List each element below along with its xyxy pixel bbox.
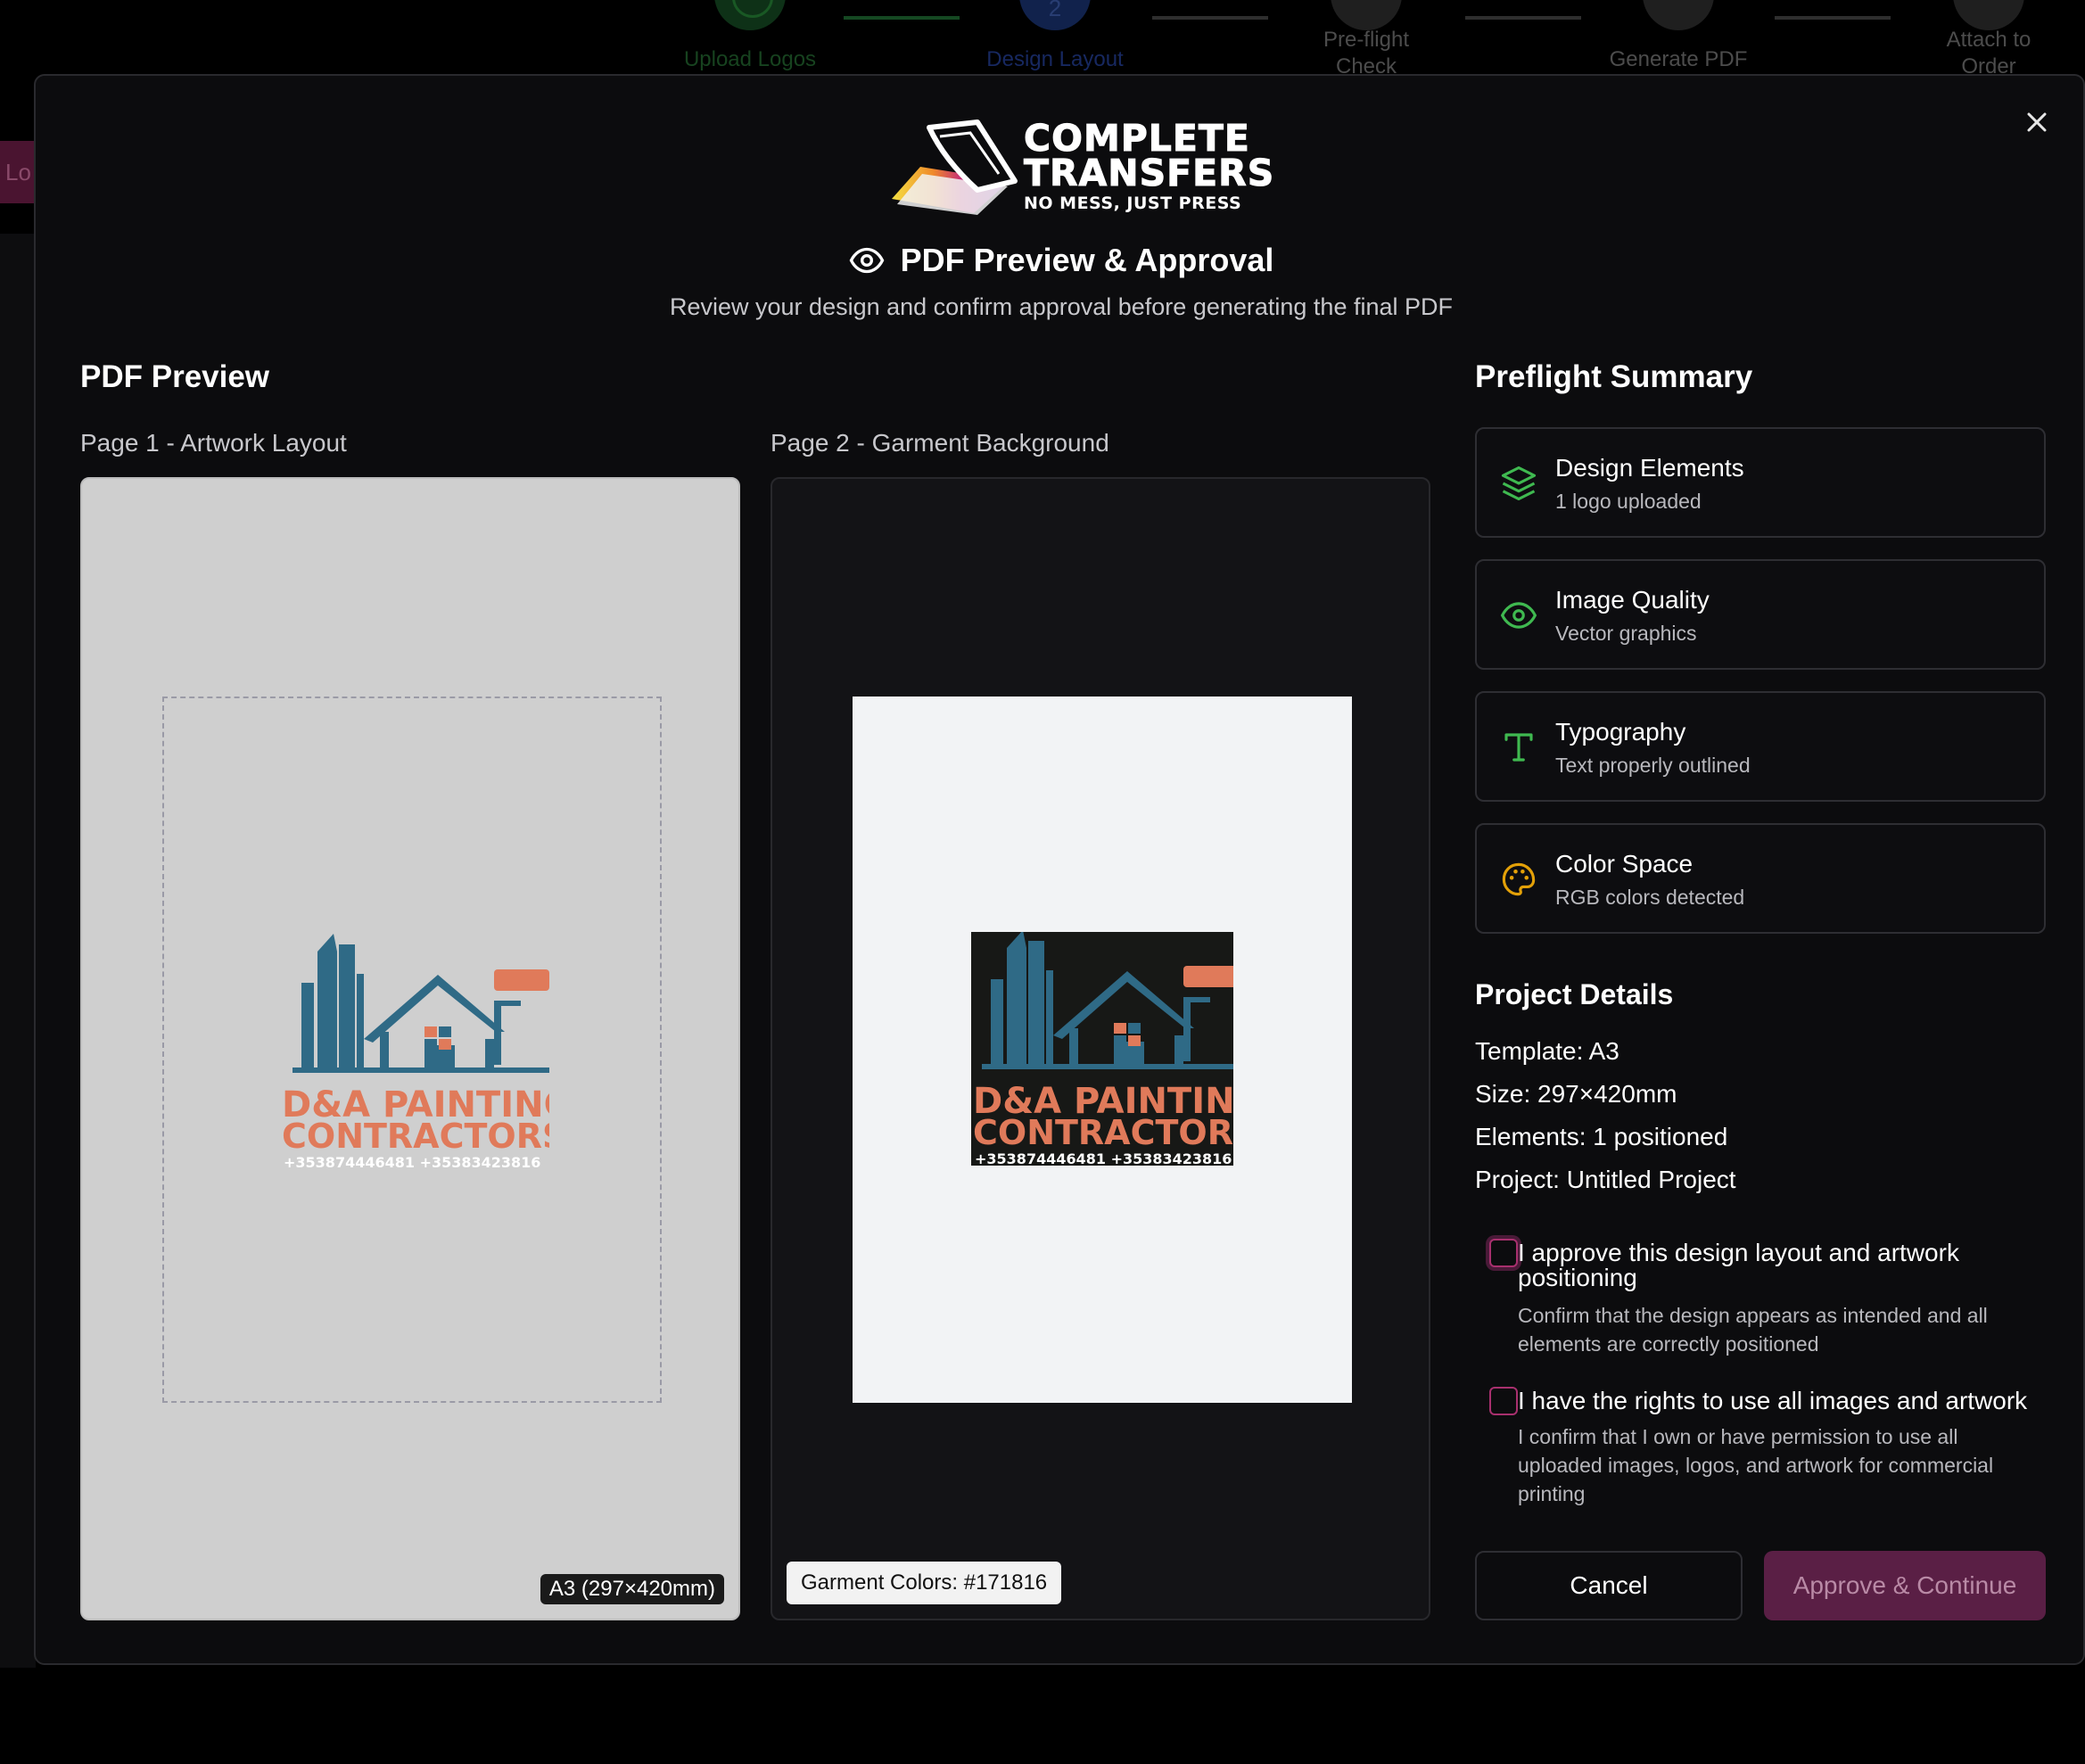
garment-colors-badge: Garment Colors: #171816 [787, 1562, 1062, 1604]
printable-area: D&A PAINTING CONTRACTORS +353874446481 +… [162, 697, 662, 1403]
modal-title-text: PDF Preview & Approval [900, 242, 1274, 278]
step-number: 2 [1019, 0, 1091, 30]
step-circle [1953, 0, 2024, 30]
preflight-item-color-space: Color Space RGB colors detected [1475, 823, 2046, 934]
page2-preview: D&A PAINTING CONTRACTORS +353874446481 +… [771, 477, 1430, 1620]
approve-layout-checkbox[interactable] [1489, 1239, 1518, 1267]
progress-stepper: Upload Logos 2 Design Layout Pre-flight … [0, 0, 2085, 80]
page-size-badge: A3 (297×420mm) [540, 1574, 724, 1604]
logo-line2: CONTRACTORS [282, 1117, 549, 1156]
preflight-item-status: RGB colors detected [1555, 886, 1745, 909]
approve-continue-button[interactable]: Approve & Continue [1764, 1551, 2046, 1620]
brand-name-line2: TRANSFERS [1023, 152, 1275, 194]
client-logo: D&A PAINTING CONTRACTORS +353874446481 +… [282, 934, 549, 1171]
pdf-preview-heading: PDF Preview [80, 359, 270, 394]
page1-label: Page 1 - Artwork Layout [80, 429, 347, 457]
step-circle [1331, 0, 1402, 30]
preflight-item-title: Typography [1555, 718, 1686, 746]
brand-tagline: NO MESS, JUST PRESS [1024, 194, 1242, 213]
detail-project: Project: Untitled Project [1475, 1166, 1736, 1193]
rights-confirmation-description: I confirm that I own or have permission … [1518, 1425, 1994, 1505]
preflight-item-design-elements: Design Elements 1 logo uploaded [1475, 427, 2046, 538]
step-label: Upload Logos [683, 47, 817, 71]
page2-label: Page 2 - Garment Background [771, 429, 1109, 457]
step-circle [1643, 0, 1714, 30]
step-generate-pdf[interactable]: Generate PDF [1562, 0, 1794, 73]
step-upload-logos[interactable]: Upload Logos [634, 0, 866, 73]
layers-icon [1501, 466, 1537, 501]
type-icon [1504, 733, 1533, 762]
close-button[interactable] [2017, 103, 2056, 142]
step-label: Attach to Order [1946, 28, 2031, 78]
page1-preview: D&A PAINTING CONTRACTORS +353874446481 +… [80, 477, 740, 1620]
step-label: Generate PDF [1609, 47, 1748, 71]
preflight-item-status: 1 logo uploaded [1555, 490, 1702, 513]
detail-elements: Elements: 1 positioned [1475, 1123, 1728, 1150]
detail-size: Size: 297×420mm [1475, 1080, 1677, 1108]
background-panel [0, 234, 36, 1668]
step-label: Pre-flight Check [1323, 28, 1410, 78]
background-tab: Lo [0, 141, 36, 203]
modal-title: PDF Preview & Approval [36, 242, 2085, 279]
step-attach-order[interactable]: Attach to Order [1873, 0, 2085, 80]
cancel-button[interactable]: Cancel [1475, 1551, 1743, 1620]
preflight-heading: Preflight Summary [1475, 359, 1753, 394]
brand-logo-text: COMPLETE TRANSFERS NO MESS, JUST PRESS [1023, 120, 1275, 213]
logo-phones: +353874446481 +35383423816 [975, 1150, 1232, 1166]
preflight-item-status: Text properly outlined [1555, 754, 1751, 777]
palette-icon [1502, 862, 1536, 896]
rights-confirmation-label[interactable]: I have the rights to use all images and … [1518, 1389, 2044, 1414]
preflight-item-typography: Typography Text properly outlined [1475, 691, 2046, 802]
project-details-heading: Project Details [1475, 978, 1674, 1010]
detail-template: Template: A3 [1475, 1037, 1619, 1065]
modal-subtitle: Review your design and confirm approval … [670, 293, 1453, 320]
logo-phones: +353874446481 +35383423816 [284, 1154, 540, 1171]
preflight-item-title: Color Space [1555, 850, 1694, 878]
preflight-item-status: Vector graphics [1555, 622, 1697, 645]
eye-icon [1500, 602, 1537, 629]
preflight-item-image-quality: Image Quality Vector graphics [1475, 559, 2046, 670]
preflight-item-title: Design Elements [1555, 454, 1744, 482]
step-design-layout[interactable]: 2 Design Layout [939, 0, 1171, 73]
step-done-icon [714, 0, 786, 30]
rights-confirmation-checkbox[interactable] [1489, 1387, 1518, 1415]
garment-color-block: D&A PAINTING CONTRACTORS +353874446481 +… [971, 932, 1233, 1166]
step-preflight[interactable]: Pre-flight Check [1250, 0, 1482, 80]
approve-layout-label[interactable]: I approve this design layout and artwork… [1518, 1241, 2044, 1290]
pdf-approval-modal: COMPLETE TRANSFERS NO MESS, JUST PRESS P… [34, 74, 2085, 1665]
garment-sheet: D&A PAINTING CONTRACTORS +353874446481 +… [853, 697, 1352, 1403]
approve-layout-description: Confirm that the design appears as inten… [1518, 1304, 1988, 1356]
preflight-item-title: Image Quality [1555, 586, 1710, 614]
client-logo: D&A PAINTING CONTRACTORS +353874446481 +… [973, 932, 1233, 1166]
logo-line2: CONTRACTORS [973, 1113, 1233, 1152]
close-icon [2027, 112, 2047, 132]
eye-icon [849, 247, 884, 274]
step-label: Design Layout [986, 47, 1124, 71]
